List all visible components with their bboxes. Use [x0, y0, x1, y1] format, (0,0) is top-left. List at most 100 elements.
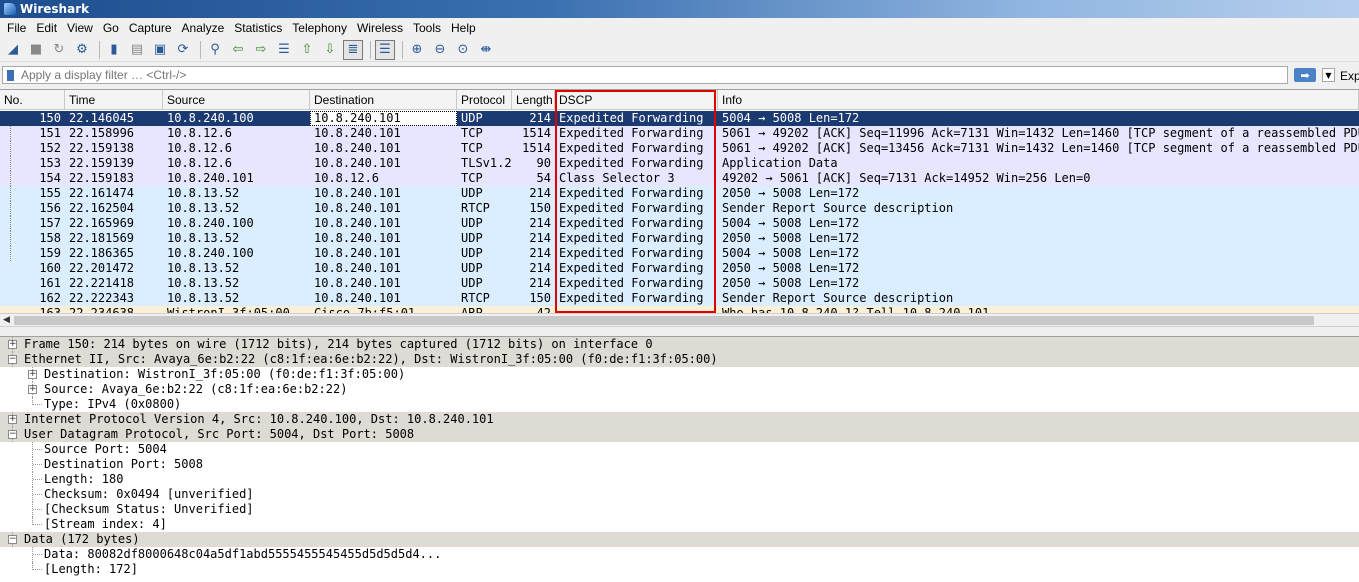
column-header-no[interactable]: No.	[0, 90, 65, 110]
detail-field[interactable]: Type: IPv4 (0x0800)	[0, 397, 1359, 412]
column-header-protocol[interactable]: Protocol	[457, 90, 512, 110]
colorize-icon[interactable]: ☰	[375, 39, 395, 60]
menu-wireless[interactable]: Wireless	[352, 21, 408, 35]
expand-icon[interactable]: +	[8, 340, 17, 349]
detail-protocol-node[interactable]: − Data (172 bytes)	[0, 532, 1359, 547]
table-row[interactable]: 160 22.201472 10.8.13.52 10.8.240.101 UDP 214…	[0, 261, 1359, 276]
packet-protocol: UDP	[461, 246, 483, 260]
table-row[interactable]: 156 22.162504 10.8.13.52 10.8.240.101 RTCP 15…	[0, 201, 1359, 216]
detail-protocol-node[interactable]: − User Datagram Protocol, Src Port: 5004,…	[0, 427, 1359, 442]
go-to-packet-icon[interactable]: ☰	[274, 40, 294, 60]
expand-icon[interactable]: +	[8, 415, 17, 424]
zoom-out-icon[interactable]: ⊖	[430, 40, 450, 60]
toolbar-separator	[402, 40, 403, 59]
zoom-in-icon[interactable]: ⊕	[407, 40, 427, 60]
zoom-normal-icon[interactable]: ⊙	[453, 40, 473, 60]
packet-time: 22.222343	[69, 291, 135, 305]
capture-options-icon[interactable]: ⚙	[72, 40, 92, 60]
table-row[interactable]: 150 22.146045 10.8.240.100 10.8.240.101 UDP 2…	[0, 111, 1359, 126]
table-row[interactable]: 151 22.158996 10.8.12.6 10.8.240.101 TCP 1514…	[0, 126, 1359, 141]
save-file-icon[interactable]: ▤	[127, 40, 147, 60]
packet-destination: 10.8.240.101	[314, 276, 401, 290]
find-packet-icon[interactable]: ⚲	[205, 40, 225, 60]
detail-field[interactable]: Destination Port: 5008	[0, 457, 1359, 472]
scrollbar-thumb[interactable]	[14, 316, 1314, 325]
main-toolbar: ◢ ■ ↻ ⚙ ▮ ▤ ▣ ⟳ ⚲ ⇦ ⇨ ☰ ⇧ ⇩ ≣ ☰ ⊕ ⊖ ⊙ ⇼	[0, 38, 1359, 62]
detail-field[interactable]: [Stream index: 4]	[0, 517, 1359, 532]
auto-scroll-icon[interactable]: ≣	[343, 39, 363, 60]
expression-button[interactable]: Expression…	[1340, 69, 1359, 83]
column-header-dscp[interactable]: DSCP	[555, 90, 718, 110]
menu-file[interactable]: File	[2, 21, 31, 35]
filter-history-dropdown[interactable]: ▼	[1322, 68, 1335, 82]
detail-field[interactable]: [Checksum Status: Unverified]	[0, 502, 1359, 517]
apply-filter-button[interactable]: ➡	[1294, 68, 1316, 82]
detail-field[interactable]: Data: 80082df8000648c04a5df1abd555545554…	[0, 547, 1359, 562]
table-row[interactable]: 162 22.222343 10.8.13.52 10.8.240.101 RTCP 15…	[0, 291, 1359, 306]
column-header-length[interactable]: Length	[512, 90, 555, 110]
packet-list[interactable]: No. Time Source Destination Protocol Length DS…	[0, 89, 1359, 313]
table-row[interactable]: 157 22.165969 10.8.240.100 10.8.240.101 UDP 2…	[0, 216, 1359, 231]
table-row[interactable]: 152 22.159138 10.8.12.6 10.8.240.101 TCP 1514…	[0, 141, 1359, 156]
packet-protocol: UDP	[461, 261, 483, 275]
table-row[interactable]: 163 22.234638 WistronI_3f:05:00 Cisco_7b:f5…	[0, 306, 1359, 313]
close-file-icon[interactable]: ▣	[150, 40, 170, 60]
table-row[interactable]: 158 22.181569 10.8.13.52 10.8.240.101 UDP 214…	[0, 231, 1359, 246]
detail-protocol-node[interactable]: + Internet Protocol Version 4, Src: 10.8.…	[0, 412, 1359, 427]
menu-tools[interactable]: Tools	[408, 21, 446, 35]
packet-length: 214	[529, 111, 551, 125]
display-filter-input[interactable]	[17, 68, 1217, 82]
packet-time: 22.161474	[69, 186, 135, 200]
column-header-destination[interactable]: Destination	[310, 90, 457, 110]
detail-field[interactable]: + Destination: WistronI_3f:05:00 (f0:de:f…	[0, 367, 1359, 382]
detail-protocol-node[interactable]: + Frame 150: 214 bytes on wire (1712 bits…	[0, 337, 1359, 352]
go-last-icon[interactable]: ⇩	[320, 40, 340, 60]
table-row[interactable]: 159 22.186365 10.8.240.100 10.8.240.101 UDP 2…	[0, 246, 1359, 261]
reload-file-icon[interactable]: ⟳	[173, 40, 193, 60]
table-row[interactable]: 153 22.159139 10.8.12.6 10.8.240.101 TLSv1.2…	[0, 156, 1359, 171]
menu-statistics[interactable]: Statistics	[229, 21, 287, 35]
shark-fin-start-icon[interactable]: ◢	[3, 40, 23, 60]
packet-list-horizontal-scrollbar[interactable]: ◀	[0, 313, 1359, 327]
stop-capture-icon[interactable]: ■	[26, 40, 46, 60]
expand-icon[interactable]: +	[28, 370, 37, 379]
collapse-icon[interactable]: −	[8, 355, 17, 364]
display-filter-field[interactable]	[2, 66, 1288, 84]
menu-view[interactable]: View	[62, 21, 98, 35]
column-header-time[interactable]: Time	[65, 90, 163, 110]
column-header-source[interactable]: Source	[163, 90, 310, 110]
collapse-icon[interactable]: −	[8, 430, 17, 439]
menu-analyze[interactable]: Analyze	[177, 21, 230, 35]
detail-protocol-node[interactable]: − Ethernet II, Src: Avaya_6e:b2:22 (c8:1f…	[0, 352, 1359, 367]
collapse-icon[interactable]: −	[8, 535, 17, 544]
column-header-info[interactable]: Info	[718, 90, 1359, 110]
menu-capture[interactable]: Capture	[124, 21, 177, 35]
table-row[interactable]: 155 22.161474 10.8.13.52 10.8.240.101 UDP 214…	[0, 186, 1359, 201]
detail-text: Data: 80082df8000648c04a5df1abd555545554…	[44, 547, 442, 561]
open-file-icon[interactable]: ▮	[104, 40, 124, 60]
detail-text: Destination: WistronI_3f:05:00 (f0:de:f1…	[44, 367, 406, 381]
detail-field[interactable]: [Length: 172]	[0, 562, 1359, 577]
packet-info: 2050 → 5008 Len=172	[722, 231, 860, 245]
packet-details-tree[interactable]: + Frame 150: 214 bytes on wire (1712 bits…	[0, 336, 1359, 582]
expand-icon[interactable]: +	[28, 385, 37, 394]
detail-field[interactable]: Length: 180	[0, 472, 1359, 487]
menu-edit[interactable]: Edit	[31, 21, 62, 35]
go-back-icon[interactable]: ⇦	[228, 40, 248, 60]
scroll-left-icon[interactable]: ◀	[3, 315, 10, 325]
table-row[interactable]: 154 22.159183 10.8.240.101 10.8.12.6 TCP 54 Cl…	[0, 171, 1359, 186]
detail-field[interactable]: + Source: Avaya_6e:b2:22 (c8:1f:ea:6e:b2:…	[0, 382, 1359, 397]
packet-dscp: Expedited Forwarding	[559, 111, 704, 125]
packet-source: 10.8.240.100	[167, 111, 254, 125]
menu-help[interactable]: Help	[446, 21, 481, 35]
go-first-icon[interactable]: ⇧	[297, 40, 317, 60]
detail-field[interactable]: Checksum: 0x0494 [unverified]	[0, 487, 1359, 502]
menu-telephony[interactable]: Telephony	[287, 21, 352, 35]
menu-go[interactable]: Go	[98, 21, 124, 35]
restart-capture-icon[interactable]: ↻	[49, 40, 69, 60]
detail-field[interactable]: Source Port: 5004	[0, 442, 1359, 457]
go-forward-icon[interactable]: ⇨	[251, 40, 271, 60]
table-row[interactable]: 161 22.221418 10.8.13.52 10.8.240.101 UDP 214…	[0, 276, 1359, 291]
resize-columns-icon[interactable]: ⇼	[476, 40, 496, 60]
filter-bookmark-icon[interactable]	[3, 67, 17, 83]
